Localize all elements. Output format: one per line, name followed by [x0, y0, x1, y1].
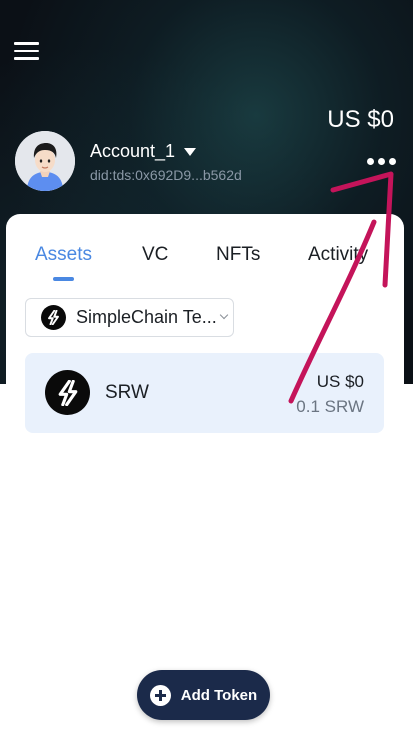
tab-nfts[interactable]: NFTs	[216, 244, 260, 266]
token-row[interactable]: SRW US $0 0.1 SRW	[25, 353, 384, 433]
srw-token-logo-icon	[45, 370, 90, 415]
plus-circle-icon	[149, 684, 171, 706]
assets-card: Assets VC NFTs Activity SimpleChain Te..…	[6, 214, 404, 741]
tab-assets[interactable]: Assets	[35, 244, 92, 266]
account-selector[interactable]: Account_1	[90, 141, 197, 162]
caret-down-icon	[184, 148, 197, 156]
account-did: did:tds:0x692D9...b562d	[90, 167, 242, 183]
total-balance: US $0	[327, 106, 394, 133]
simplechain-logo-icon	[41, 305, 66, 330]
tab-vc[interactable]: VC	[142, 244, 168, 266]
token-symbol: SRW	[105, 382, 149, 403]
chevron-down-icon	[219, 310, 228, 320]
add-token-button[interactable]: Add Token	[137, 670, 270, 720]
avatar[interactable]	[15, 131, 75, 191]
more-horizontal-icon[interactable]	[365, 153, 397, 169]
add-token-label: Add Token	[180, 686, 258, 704]
network-name: SimpleChain Te...	[76, 307, 217, 327]
network-selector[interactable]: SimpleChain Te...	[25, 298, 234, 337]
tab-activity[interactable]: Activity	[308, 244, 368, 266]
user-avatar-icon	[15, 131, 75, 191]
token-usd-value: US $0	[316, 372, 364, 391]
token-amount: 0.1 SRW	[296, 397, 364, 416]
account-name: Account_1	[90, 141, 176, 161]
active-tab-indicator	[53, 277, 74, 281]
hamburger-menu-icon[interactable]	[14, 42, 39, 60]
